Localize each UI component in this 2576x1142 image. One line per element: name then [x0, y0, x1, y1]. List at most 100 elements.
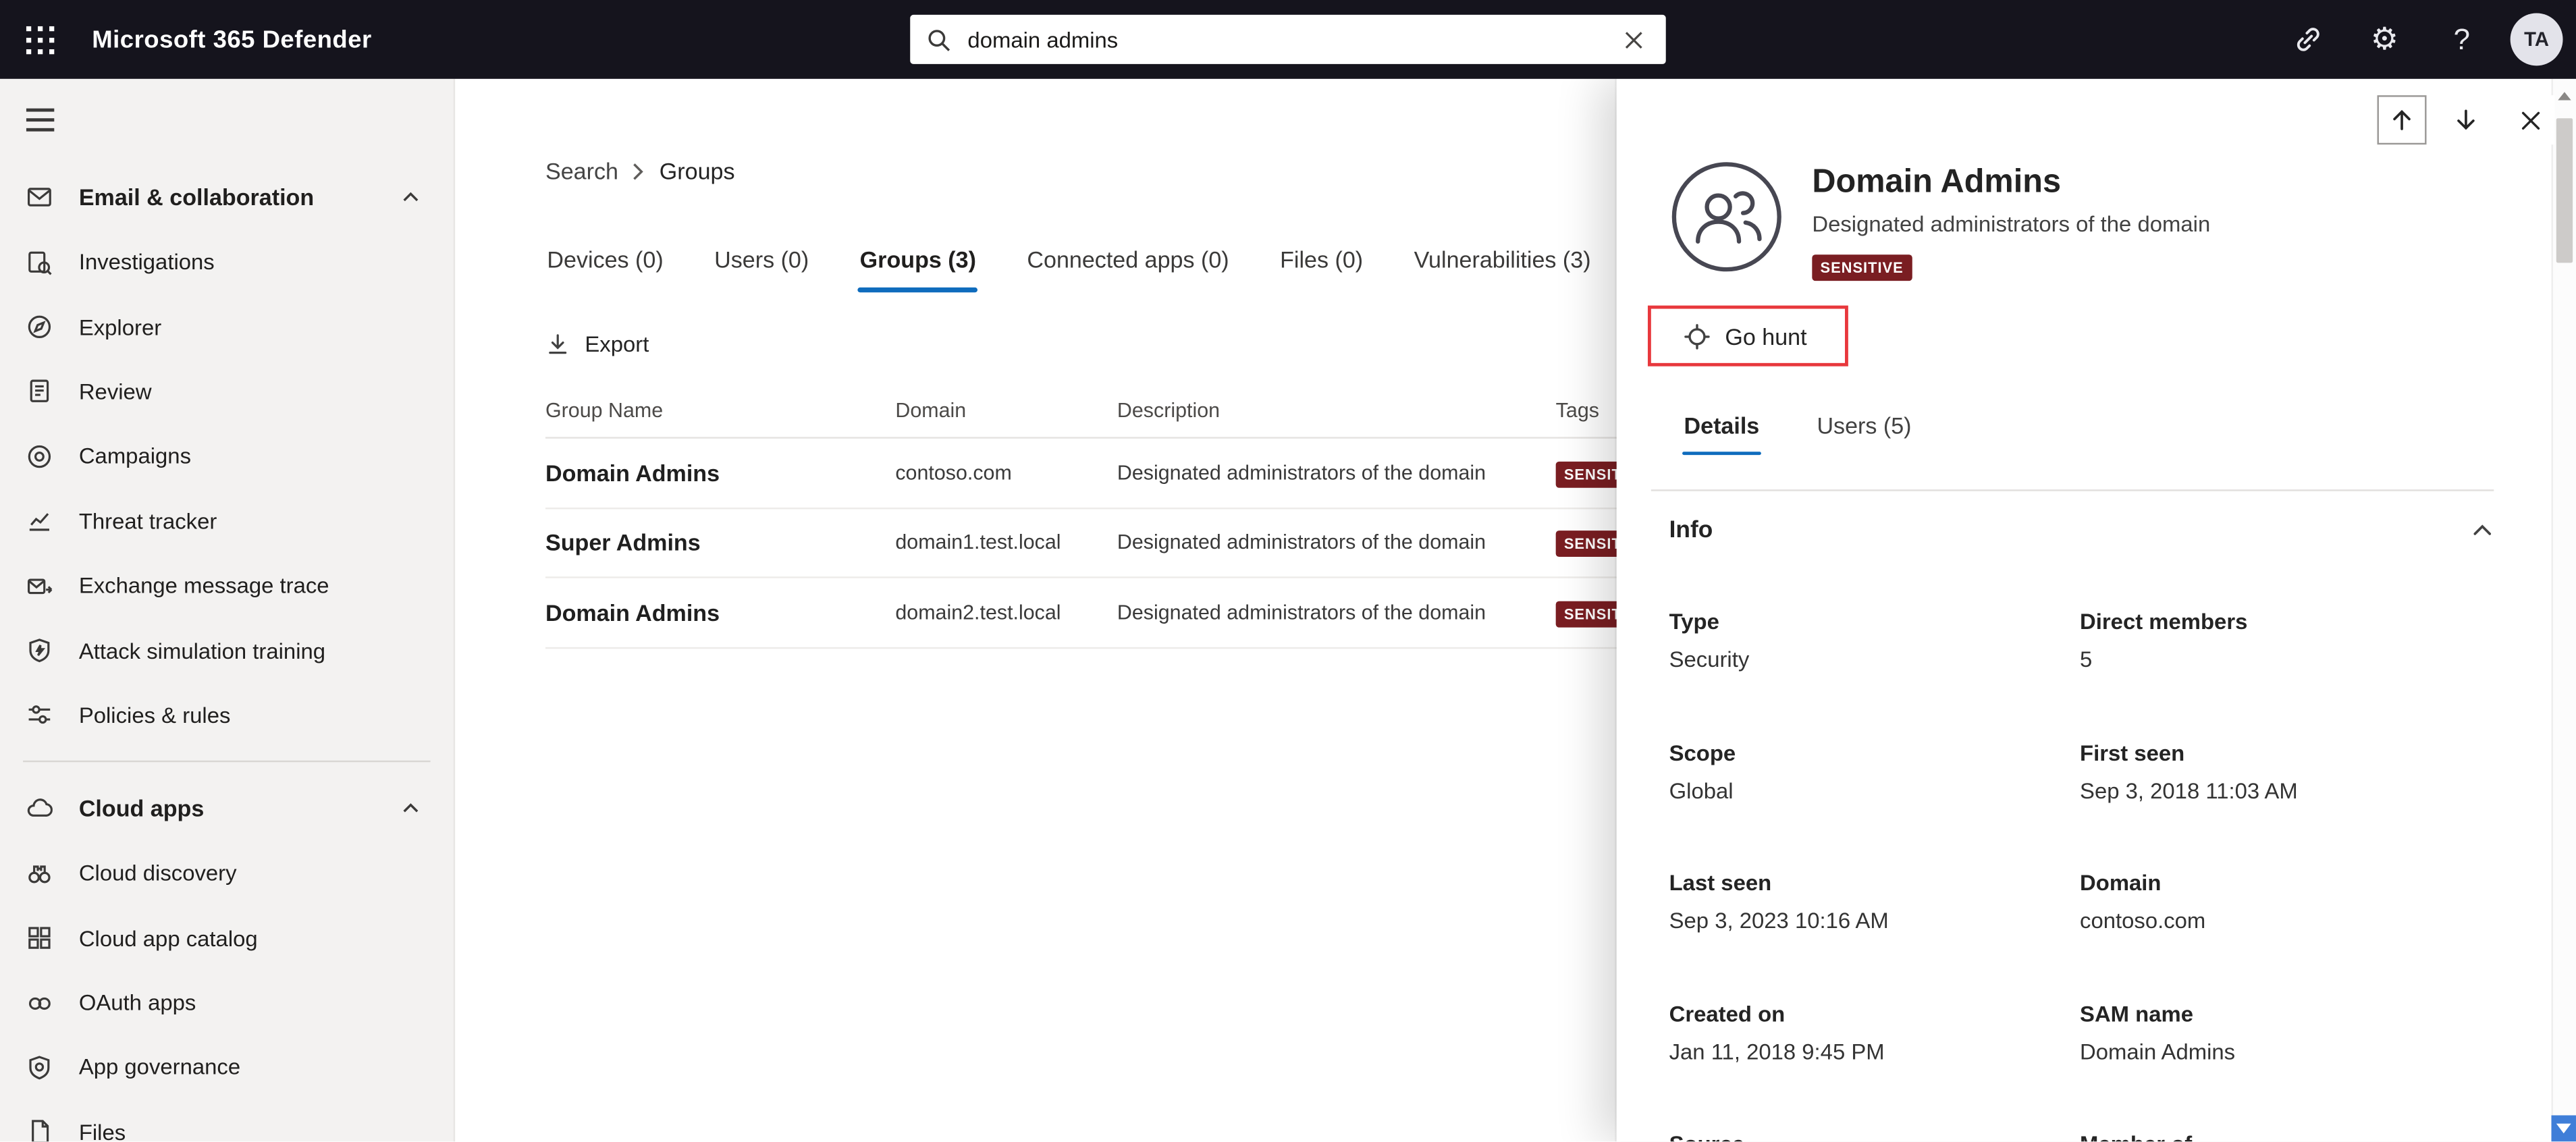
sidebar-item-files[interactable]: Files	[0, 1100, 454, 1142]
info-field-direct-members: Direct members 5	[2080, 609, 2248, 672]
avatar[interactable]: TA	[2510, 13, 2563, 66]
info-field-sam-name: SAM name Domain Admins	[2080, 1001, 2236, 1064]
go-hunt-button[interactable]: Go hunt	[1651, 323, 1807, 349]
entity-meta: Domain Admins Designated administrators …	[1812, 159, 2210, 281]
panel-tab-users[interactable]: Users (5)	[1815, 409, 1913, 455]
sidebar-item-policies-rules[interactable]: Policies & rules	[0, 683, 454, 748]
tab-files[interactable]: Files (0)	[1279, 240, 1365, 292]
panel-content: Domain Admins Designated administrators …	[1617, 79, 2552, 1142]
scrollbar-up-arrow[interactable]	[2553, 84, 2576, 107]
sidebar-section-cloud-apps[interactable]: Cloud apps	[0, 776, 454, 841]
explorer-icon	[26, 314, 53, 340]
table-row[interactable]: Super Admins domain1.test.local Designat…	[545, 508, 1715, 579]
download-icon	[549, 334, 567, 354]
sidebar: Email & collaboration Investigations Exp…	[0, 78, 456, 1142]
next-item-button[interactable]	[2441, 95, 2491, 145]
tab-devices[interactable]: Devices (0)	[545, 240, 665, 292]
panel-header: Domain Admins Designated administrators …	[1669, 159, 2494, 281]
investigations-icon	[26, 249, 53, 275]
export-button[interactable]: Export	[545, 332, 649, 356]
sidebar-item-exchange-message-trace[interactable]: Exchange message trace	[0, 553, 454, 618]
close-icon	[2521, 111, 2539, 129]
section-label: Email & collaboration	[78, 184, 315, 211]
scrollbar-thumb[interactable]	[2556, 118, 2573, 263]
info-field-member-of: Member of	[2080, 1130, 2494, 1142]
panel-divider	[1651, 489, 2494, 491]
chevron-up-icon	[401, 798, 421, 818]
column-header-description[interactable]: Description	[1117, 398, 1556, 421]
sensitive-badge: SENSITIVE	[1812, 254, 1912, 281]
collapse-info-button[interactable]	[2471, 519, 2494, 542]
sidebar-item-investigations[interactable]: Investigations	[0, 230, 454, 295]
threat-tracker-icon	[26, 508, 53, 535]
settings-button[interactable]: ⚙	[2346, 0, 2423, 79]
sidebar-divider	[23, 761, 431, 763]
oauth-apps-icon	[26, 990, 53, 1016]
app-launcher-button[interactable]	[0, 0, 79, 79]
breadcrumb-chevron-icon	[634, 162, 644, 180]
triangle-down-icon	[2556, 1124, 2571, 1134]
tab-vulnerabilities[interactable]: Vulnerabilities (3)	[1412, 240, 1592, 292]
scrollbar-down-button[interactable]	[2551, 1116, 2576, 1142]
global-search[interactable]	[910, 14, 1666, 64]
panel-tab-details[interactable]: Details	[1682, 409, 1761, 456]
gear-icon: ⚙	[2370, 22, 2399, 57]
sidebar-item-threat-tracker[interactable]: Threat tracker	[0, 489, 454, 553]
close-panel-button[interactable]	[2505, 95, 2555, 145]
policies-icon	[26, 702, 53, 728]
campaigns-icon	[26, 443, 53, 470]
feedback-link-button[interactable]	[2269, 0, 2346, 79]
link-icon	[2296, 28, 2319, 51]
hamburger-icon	[26, 108, 55, 112]
sidebar-item-review[interactable]: Review	[0, 359, 454, 424]
sidebar-item-attack-simulation-training[interactable]: Attack simulation training	[0, 618, 454, 683]
help-button[interactable]: ?	[2423, 0, 2500, 79]
column-header-domain[interactable]: Domain	[895, 398, 1117, 421]
sidebar-section-email-collaboration[interactable]: Email & collaboration	[0, 164, 454, 229]
sidebar-item-oauth-apps[interactable]: OAuth apps	[0, 971, 454, 1035]
nav-collapse-button[interactable]	[26, 102, 65, 138]
mail-icon	[26, 184, 53, 211]
info-section-header: Info	[1669, 518, 2494, 544]
table-row[interactable]: Domain Admins domain2.test.local Designa…	[545, 578, 1715, 649]
search-icon	[928, 29, 950, 51]
sidebar-item-cloud-app-catalog[interactable]: Cloud app catalog	[0, 906, 454, 971]
top-bar: Microsoft 365 Defender ⚙	[0, 0, 2576, 79]
breadcrumb-search[interactable]: Search	[545, 158, 618, 184]
sidebar-item-campaigns[interactable]: Campaigns	[0, 424, 454, 489]
sidebar-item-cloud-discovery[interactable]: Cloud discovery	[0, 841, 454, 906]
info-grid: Type Security Direct members 5 Scope Glo…	[1669, 607, 2494, 1142]
waffle-icon	[25, 25, 54, 54]
app-catalog-icon	[26, 925, 53, 952]
info-field-type: Type Security	[1669, 609, 1750, 672]
arrow-down-icon	[2457, 109, 2475, 130]
group-icon	[1671, 162, 1781, 272]
info-field-domain: Domain contoso.com	[2080, 870, 2206, 933]
table-header-row: Group Name Domain Description Tags	[545, 383, 1715, 439]
app-title: Microsoft 365 Defender	[92, 25, 372, 54]
info-section-title: Info	[1669, 517, 1713, 544]
column-header-group-name[interactable]: Group Name	[545, 398, 895, 421]
table-row[interactable]: Domain Admins contoso.com Designated adm…	[545, 439, 1715, 509]
files-icon	[26, 1119, 53, 1142]
info-field-created-on: Created on Jan 11, 2018 9:45 PM	[1669, 1001, 1885, 1064]
results-table: Group Name Domain Description Tags Domai…	[545, 383, 1715, 649]
sidebar-item-app-governance[interactable]: App governance	[0, 1035, 454, 1100]
search-input[interactable]	[967, 27, 1613, 52]
app-window: Microsoft 365 Defender ⚙	[0, 0, 2576, 1142]
sidebar-item-explorer[interactable]: Explorer	[0, 295, 454, 360]
previous-item-button[interactable]	[2377, 95, 2427, 145]
triangle-up-icon	[2558, 91, 2571, 100]
go-hunt-icon	[1684, 323, 1710, 349]
clear-search-button[interactable]	[1613, 20, 1653, 59]
tab-users[interactable]: Users (0)	[713, 240, 811, 292]
chevron-up-icon	[2473, 524, 2492, 535]
review-icon	[26, 379, 53, 405]
message-trace-icon	[26, 572, 53, 599]
panel-subtitle: Designated administrators of the domain	[1812, 211, 2211, 237]
info-field-first-seen: First seen Sep 3, 2018 11:03 AM	[2080, 740, 2298, 803]
tab-groups[interactable]: Groups (3)	[858, 240, 977, 293]
chevron-up-icon	[401, 187, 421, 207]
tab-connected-apps[interactable]: Connected apps (0)	[1025, 240, 1231, 292]
breadcrumb-groups[interactable]: Groups	[660, 158, 735, 184]
